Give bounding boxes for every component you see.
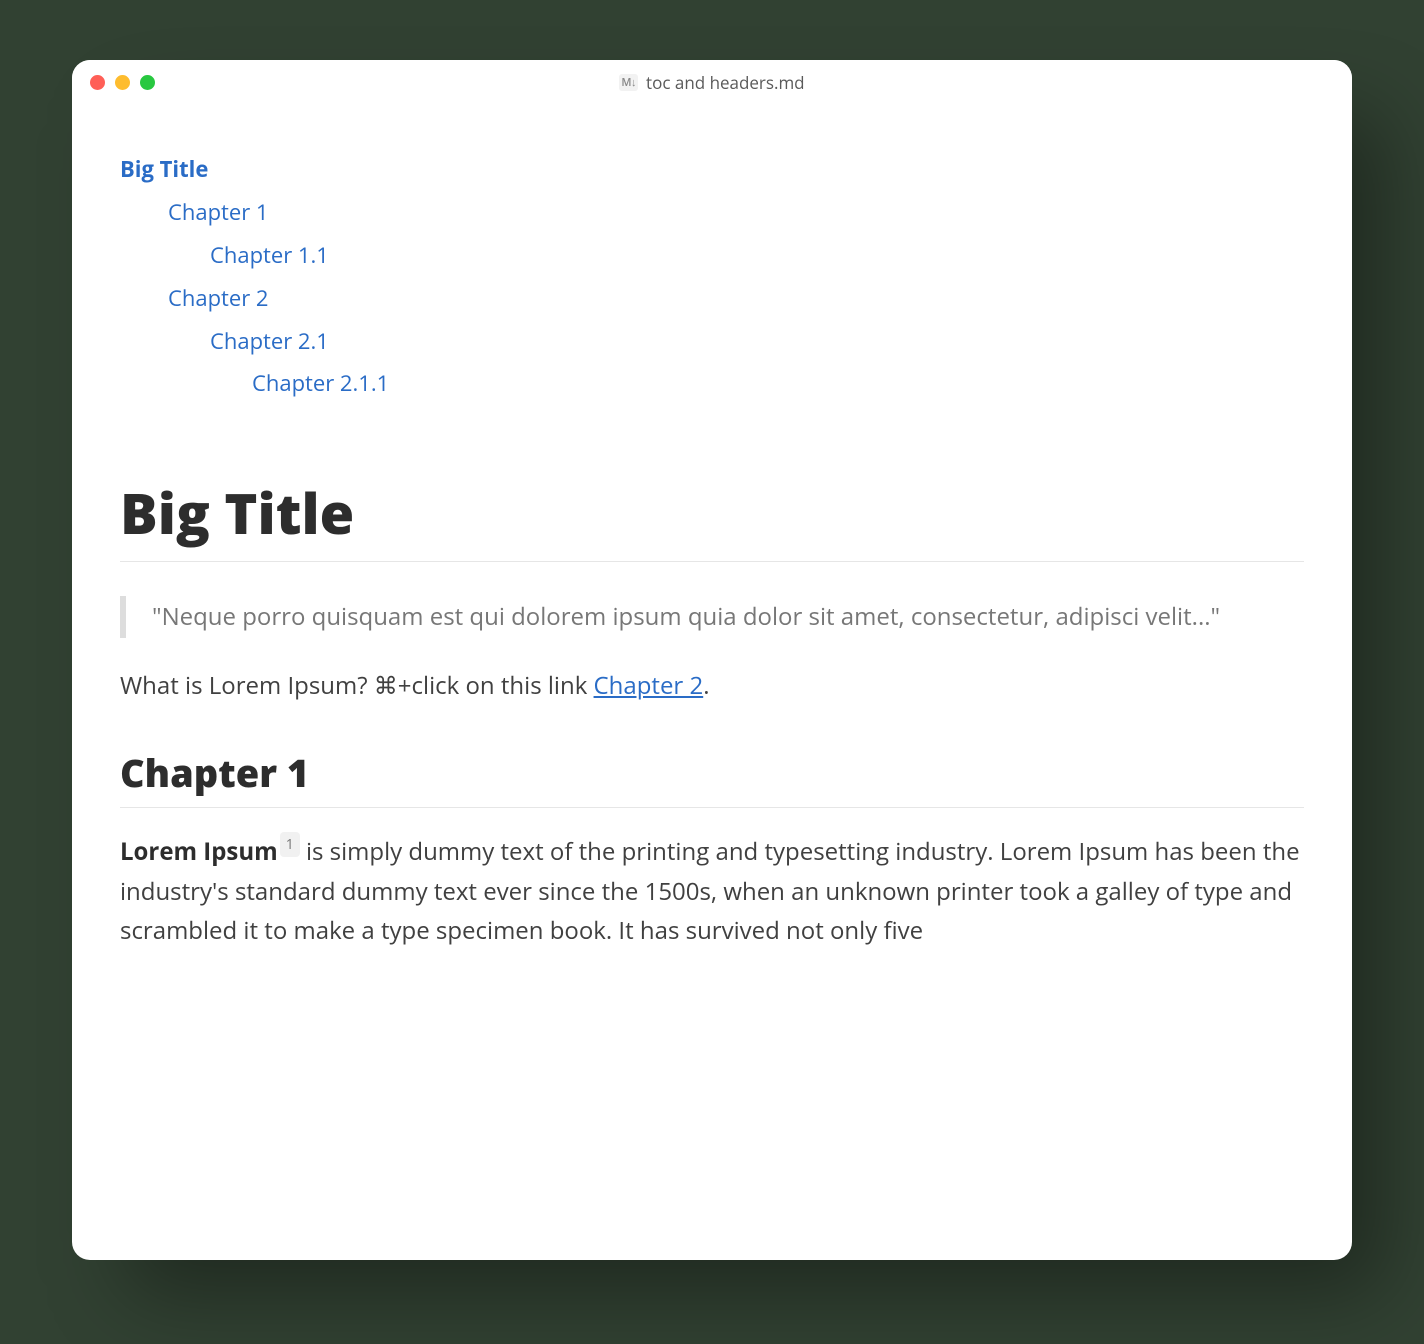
toc-link-chapter-2-1[interactable]: Chapter 2.1	[210, 326, 329, 356]
toc-link-chapter-1-1[interactable]: Chapter 1.1	[210, 240, 329, 270]
footnote-ref-1[interactable]: 1	[280, 832, 300, 857]
document-content: Big Title Chapter 1 Chapter 1.1 Chapter …	[72, 104, 1352, 1260]
blockquote: "Neque porro quisquam est qui dolorem ip…	[120, 596, 1304, 637]
intro-text: What is Lorem Ipsum? ⌘+click on this lin…	[120, 669, 594, 702]
blockquote-text: "Neque porro quisquam est qui dolorem ip…	[152, 600, 1220, 633]
toc-link-chapter-2[interactable]: Chapter 2	[168, 283, 269, 313]
lorem-ipsum-strong: Lorem Ipsum	[120, 835, 278, 868]
window-titlebar[interactable]: M↓ toc and headers.md	[72, 60, 1352, 104]
heading-1: Big Title	[120, 475, 1304, 562]
toc-link-chapter-1[interactable]: Chapter 1	[168, 197, 269, 227]
editor-window: M↓ toc and headers.md Big Title Chapter …	[72, 60, 1352, 1260]
toc-link-chapter-2-1-1[interactable]: Chapter 2.1.1	[252, 368, 389, 398]
minimize-icon[interactable]	[115, 75, 130, 90]
intro-paragraph: What is Lorem Ipsum? ⌘+click on this lin…	[120, 666, 1304, 706]
filetype-badge: M↓	[619, 74, 638, 91]
window-title: M↓ toc and headers.md	[72, 71, 1352, 94]
inline-link-chapter-2[interactable]: Chapter 2	[594, 669, 704, 702]
maximize-icon[interactable]	[140, 75, 155, 90]
toc-link-big-title[interactable]: Big Title	[120, 154, 208, 184]
filename-label: toc and headers.md	[646, 71, 805, 94]
chapter-1-paragraph: Lorem Ipsum1 is simply dummy text of the…	[120, 832, 1304, 951]
heading-2-chapter-1: Chapter 1	[120, 747, 1304, 808]
close-icon[interactable]	[90, 75, 105, 90]
traffic-lights	[90, 75, 155, 90]
table-of-contents: Big Title Chapter 1 Chapter 1.1 Chapter …	[120, 148, 1304, 405]
intro-suffix: .	[703, 669, 709, 702]
